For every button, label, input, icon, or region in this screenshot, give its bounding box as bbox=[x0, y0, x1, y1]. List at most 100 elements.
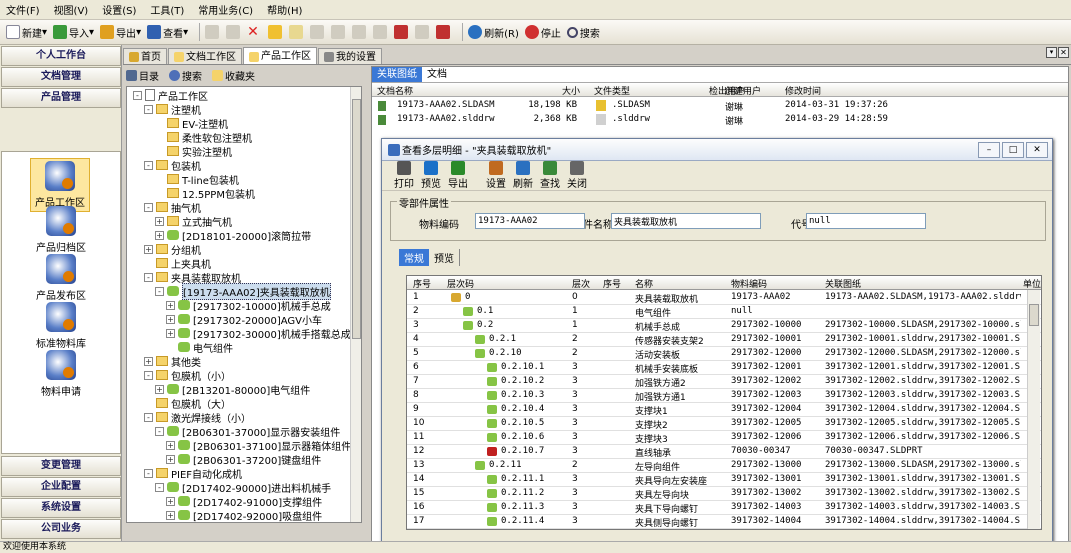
grid-row[interactable]: 15 0.2.11.2 3 夹具左导向块 3917302-13002 3917302-13… bbox=[407, 487, 1041, 501]
column-header[interactable]: 序号 bbox=[603, 277, 621, 290]
column-header[interactable]: 大小 bbox=[562, 84, 580, 97]
expand-icon[interactable]: - bbox=[155, 286, 164, 296]
checkin-icon[interactable] bbox=[310, 25, 325, 39]
tab-product-workspace[interactable]: 产品工作区 bbox=[243, 47, 317, 65]
menu-item[interactable]: 工具(T) bbox=[150, 2, 184, 17]
grid-row[interactable]: 7 0.2.10.2 3 加强铁方通2 3917302-12002 3917302-120… bbox=[407, 375, 1041, 389]
tab-home[interactable]: 首页 bbox=[123, 48, 167, 65]
expand-icon[interactable] bbox=[144, 259, 153, 268]
menu-item[interactable]: 文件(F) bbox=[6, 2, 40, 17]
tree-node[interactable]: - [19173-AAA02]夹具装载取放机 bbox=[127, 282, 331, 300]
tree-scrollbar[interactable] bbox=[350, 87, 361, 522]
tree-node[interactable]: - 激光焊接线（小） bbox=[127, 410, 251, 425]
tab-document-workspace[interactable]: 文档工作区 bbox=[168, 48, 242, 65]
tree-node[interactable]: 包膜机（大） bbox=[127, 396, 231, 411]
delete-icon[interactable]: ✕ bbox=[247, 25, 261, 39]
nav-personal-workbench[interactable]: 个人工作台 bbox=[1, 46, 121, 66]
expand-icon[interactable] bbox=[155, 175, 164, 184]
tree-node[interactable]: - PIEF自动化成机 bbox=[127, 466, 242, 481]
dialog-tool-button[interactable]: 打印 bbox=[394, 161, 414, 190]
copy-icon[interactable] bbox=[205, 25, 220, 39]
tree-node[interactable]: + [2B06301-37200]键盘组件 bbox=[127, 452, 321, 467]
dialog-tool-button[interactable]: 导出 bbox=[448, 161, 468, 190]
expand-icon[interactable] bbox=[155, 189, 164, 198]
tree-node[interactable]: 实验注塑机 bbox=[127, 144, 232, 159]
scroll-thumb[interactable] bbox=[352, 99, 361, 339]
column-header[interactable]: 单位 bbox=[1023, 277, 1041, 290]
cut-icon[interactable] bbox=[226, 25, 241, 39]
tree-node[interactable]: 柔性软包注塑机 bbox=[127, 130, 252, 145]
file-row[interactable]: 19173-AAA02.slddrw 2,368 KB .slddrw 谢琳 2014-… bbox=[372, 113, 1068, 127]
link-icon[interactable] bbox=[415, 25, 430, 39]
expand-icon[interactable]: - bbox=[133, 90, 142, 100]
tab-general[interactable]: 常规 bbox=[399, 249, 429, 266]
tree-node[interactable]: - 产品工作区 bbox=[127, 88, 208, 103]
expand-icon[interactable]: + bbox=[166, 300, 175, 310]
tree-node[interactable]: + [2B13201-80000]电气组件 bbox=[127, 382, 310, 397]
tab-documents[interactable]: 文档 bbox=[422, 67, 452, 82]
column-header[interactable]: 修改时间 bbox=[785, 84, 821, 97]
dialog-tool-button[interactable]: 查找 bbox=[540, 161, 560, 190]
close-icon[interactable]: ✕ bbox=[1026, 141, 1048, 158]
grid-row[interactable]: 12 0.2.10.7 3 直线轴承 70030-00347 70030-00347.SL… bbox=[407, 445, 1041, 459]
expand-icon[interactable]: - bbox=[144, 202, 153, 212]
scroll-thumb[interactable] bbox=[1029, 304, 1039, 326]
column-header[interactable]: 层次 bbox=[572, 277, 590, 290]
tree-node[interactable]: + 立式抽气机 bbox=[127, 214, 232, 229]
tree-node[interactable]: + [2D17402-91000]支撑组件 bbox=[127, 494, 322, 509]
expand-icon[interactable] bbox=[155, 147, 164, 156]
expand-icon[interactable] bbox=[144, 399, 153, 408]
minimize-icon[interactable]: – bbox=[978, 141, 1000, 158]
close-icon[interactable]: ✕ bbox=[1058, 47, 1069, 58]
nav-product-item[interactable]: 标准物料库 bbox=[2, 302, 120, 350]
tree-node[interactable]: + [2D17402-92000]吸盘组件 bbox=[127, 508, 322, 522]
expand-icon[interactable]: - bbox=[155, 426, 164, 436]
expand-icon[interactable]: + bbox=[166, 328, 175, 338]
nav-product-item[interactable]: 物料申请 bbox=[2, 350, 120, 398]
favorites-tab[interactable]: 收藏夹 bbox=[212, 68, 255, 83]
expand-icon[interactable] bbox=[166, 343, 175, 352]
code-field[interactable] bbox=[806, 213, 926, 229]
expand-icon[interactable]: - bbox=[144, 272, 153, 282]
grid-scrollbar[interactable] bbox=[1027, 290, 1040, 529]
expand-icon[interactable]: + bbox=[166, 314, 175, 324]
expand-icon[interactable] bbox=[155, 133, 164, 142]
search-button[interactable]: 搜索 bbox=[566, 25, 600, 40]
tree-node[interactable]: T-line包装机 bbox=[127, 172, 239, 187]
expand-icon[interactable]: - bbox=[144, 468, 153, 478]
new-button[interactable]: 新建 ▾ bbox=[6, 25, 47, 40]
expand-icon[interactable]: + bbox=[166, 454, 175, 464]
tree-node[interactable]: 电气组件 bbox=[127, 340, 233, 355]
grid-row[interactable]: 16 0.2.11.3 3 夹具下导向螺钉 3917302-14003 3917302-1… bbox=[407, 501, 1041, 515]
expand-icon[interactable]: - bbox=[155, 482, 164, 492]
expand-icon[interactable]: - bbox=[144, 370, 153, 380]
menu-item[interactable]: 帮助(H) bbox=[267, 2, 302, 17]
grid-row[interactable]: 4 0.2.1 2 传感器安装支架2 2917302-10001 2917302-1000… bbox=[407, 333, 1041, 347]
grid-row[interactable]: 17 0.2.11.4 3 夹具侧导向螺钉 3917302-14004 3917302-1… bbox=[407, 515, 1041, 529]
grid-row[interactable]: 1 0 0 夹具装载取放机 19173-AAA02 19173-AAA02.SLDASM,… bbox=[407, 291, 1041, 305]
tab-preview[interactable]: 预览 bbox=[429, 249, 460, 266]
expand-icon[interactable] bbox=[155, 119, 164, 128]
column-header[interactable]: 物料编码 bbox=[731, 277, 767, 290]
grid-row[interactable]: 10 0.2.10.5 3 支撑块2 3917302-12005 3917302-1200… bbox=[407, 417, 1041, 431]
catalog-tab[interactable]: 目录 bbox=[126, 68, 159, 83]
menu-item[interactable]: 常用业务(C) bbox=[198, 2, 253, 17]
tree-node[interactable]: - [2B06301-37000]显示器安装组件 bbox=[127, 424, 340, 439]
expand-icon[interactable]: + bbox=[166, 496, 175, 506]
grid-row[interactable]: 8 0.2.10.3 3 加强铁方通1 3917302-12003 3917302-120… bbox=[407, 389, 1041, 403]
tree-node[interactable]: + [2917302-30000]机械手搭载总成 bbox=[127, 326, 351, 341]
edit-icon[interactable] bbox=[289, 25, 304, 39]
file-row[interactable]: 19173-AAA02.SLDASM 18,198 KB .SLDASM 谢琳 2014… bbox=[372, 99, 1068, 113]
expand-icon[interactable]: + bbox=[166, 440, 175, 450]
expand-icon[interactable]: + bbox=[144, 356, 153, 366]
expand-icon[interactable]: - bbox=[144, 160, 153, 170]
grid-row[interactable]: 14 0.2.11.1 3 夹具导向左安装座 3917302-13001 3917302-… bbox=[407, 473, 1041, 487]
nav-document-management[interactable]: 文档管理 bbox=[1, 67, 121, 87]
nav-change-management[interactable]: 变更管理 bbox=[1, 456, 121, 476]
column-header[interactable]: 序号 bbox=[413, 277, 431, 290]
dialog-tool-button[interactable]: 设置 bbox=[486, 161, 506, 190]
export-button[interactable]: 导出 ▾ bbox=[100, 25, 141, 40]
tab-related-drawings[interactable]: 关联图纸 bbox=[372, 67, 422, 82]
tree-node[interactable]: - 包装机 bbox=[127, 158, 201, 173]
grid-row[interactable]: 9 0.2.10.4 3 支撑块1 3917302-12004 3917302-12004… bbox=[407, 403, 1041, 417]
